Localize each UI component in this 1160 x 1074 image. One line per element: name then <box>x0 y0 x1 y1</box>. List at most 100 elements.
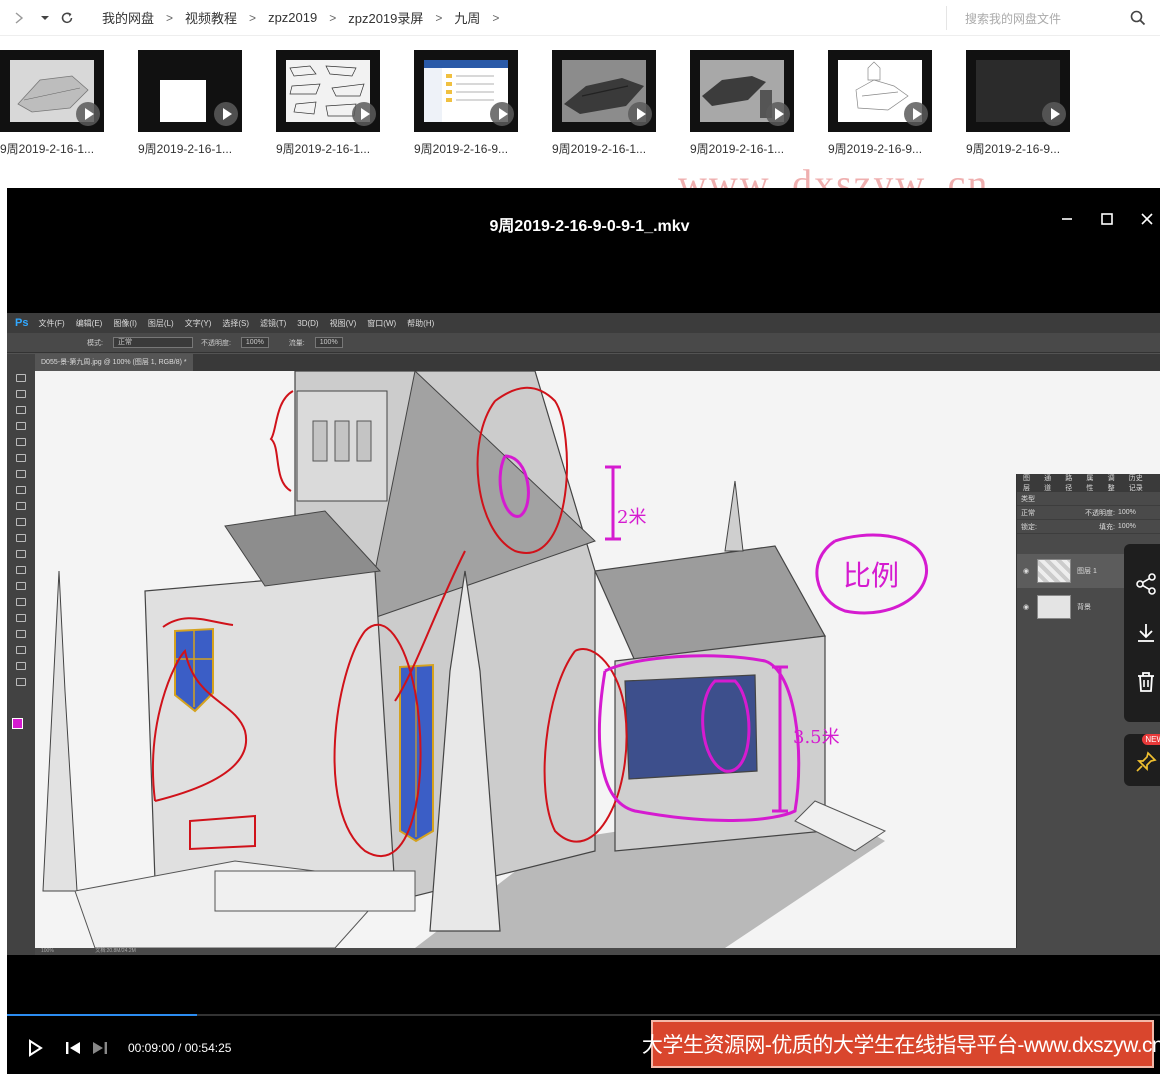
play-icon <box>1042 102 1066 126</box>
breadcrumb-item[interactable]: zpz2019录屏 <box>342 8 429 27</box>
video-file-item[interactable]: 9周2019-2-16-1... <box>0 50 104 157</box>
skip-back-icon <box>66 1042 80 1054</box>
eye-icon: ◉ <box>1023 568 1030 575</box>
next-button[interactable] <box>89 1037 111 1059</box>
progress-fill <box>7 1014 198 1016</box>
maximize-icon[interactable] <box>1096 208 1118 230</box>
file-name: 9周2019-2-16-1... <box>276 142 371 156</box>
video-thumbnail[interactable] <box>552 50 656 132</box>
breadcrumb-separator: > <box>329 10 337 25</box>
video-thumbnail[interactable] <box>138 50 242 132</box>
video-file-item[interactable]: 9周2019-2-16-1... <box>276 50 380 157</box>
ps-status-bar: 100% 文档:20.8M/24.2M <box>35 948 1160 955</box>
video-thumbnail[interactable] <box>966 50 1070 132</box>
close-icon[interactable] <box>1136 208 1158 230</box>
ps-menu-item: 3D(D) <box>297 318 319 328</box>
skip-forward-icon <box>93 1042 107 1054</box>
ps-menu-item: 选择(S) <box>222 318 250 328</box>
ps-opacity-label: 不透明度: <box>200 339 231 347</box>
play-button[interactable] <box>24 1037 46 1059</box>
progress-bar[interactable] <box>7 1014 1160 1016</box>
video-title: 9周2019-2-16-9-0-9-1_.mkv <box>489 218 690 235</box>
layer-thumbnail <box>1037 595 1071 619</box>
ps-panel-tab: 图层 <box>1023 475 1030 492</box>
ps-flow-label: 流量: <box>288 339 305 347</box>
total-time: 00:54:25 <box>184 1041 232 1055</box>
ps-canvas: 2米 3.5米 比例 <box>35 371 1160 948</box>
forward-icon[interactable] <box>10 9 28 27</box>
ps-panel-tab: 路径 <box>1065 475 1073 492</box>
video-thumbnail[interactable] <box>690 50 794 132</box>
search-icon[interactable] <box>1128 8 1148 28</box>
video-thumbnail[interactable] <box>276 50 380 132</box>
annotation-3-5m: 3.5米 <box>793 727 840 748</box>
video-file-item[interactable]: 9周2019-2-16-1... <box>552 50 656 157</box>
time-separator: / <box>174 1041 185 1055</box>
ps-document-tab: D055-景-第九周.jpg @ 100% (图层 1, RGB/8) * <box>35 354 193 371</box>
ps-layer-name: 图层 1 <box>1077 568 1097 575</box>
breadcrumb-separator: > <box>166 10 174 25</box>
new-badge: NEW <box>1142 734 1160 745</box>
breadcrumb-separator: > <box>435 10 443 25</box>
play-icon <box>766 102 790 126</box>
file-name: 9周2019-2-16-1... <box>138 142 233 156</box>
play-icon <box>628 102 652 126</box>
ps-panel-tab: 属性 <box>1086 475 1094 492</box>
ps-menu-item: 滤镜(T) <box>260 318 287 328</box>
file-name: 9周2019-2-16-9... <box>966 142 1061 156</box>
ps-menu-item: 视图(V) <box>329 318 357 328</box>
delete-icon[interactable] <box>1134 670 1158 694</box>
ps-menu-item: 文件(F) <box>38 318 65 328</box>
ps-layer-opacity-label: 不透明度: <box>1085 509 1115 517</box>
play-icon <box>29 1039 43 1057</box>
video-file-item[interactable]: 9周2019-2-16-9... <box>414 50 518 157</box>
video-thumbnail[interactable] <box>0 50 104 132</box>
side-action-bar <box>1124 544 1160 722</box>
promo-banner: 大学生资源网-优质的大学生在线指导平台-www.dxszyw.cn <box>642 1020 1160 1068</box>
video-file-item[interactable]: 9周2019-2-16-1... <box>138 50 242 157</box>
ps-opacity-value: 100% <box>240 337 269 348</box>
share-icon[interactable] <box>1134 572 1158 596</box>
ps-lock-row: 锁定: 填充: 100% <box>1017 520 1160 534</box>
ps-layer-opacity-value: 100% <box>1117 509 1136 516</box>
breadcrumb-item[interactable]: 视频教程 <box>179 8 243 27</box>
video-player[interactable]: 9周2019-2-16-9-0-9-1_.mkv Ps 文件(F) 编辑(E) … <box>7 188 1160 1074</box>
foreground-color-swatch <box>12 718 23 729</box>
ps-mode-value: 正常 <box>112 337 193 348</box>
building-sketch: 2米 3.5米 比例 <box>35 371 1160 948</box>
ps-menubar: Ps 文件(F) 编辑(E) 图像(I) 图层(L) 文字(Y) 选择(S) 滤… <box>7 313 1160 333</box>
video-thumbnail[interactable] <box>828 50 932 132</box>
ps-menu-item: 文字(Y) <box>184 318 212 328</box>
ps-menu-item: 图像(I) <box>113 318 137 328</box>
ps-lock-label: 锁定: <box>1021 523 1037 531</box>
ps-panel-tab: 通道 <box>1044 475 1052 492</box>
breadcrumb-item[interactable]: 我的网盘 <box>96 8 160 27</box>
breadcrumb: 我的网盘 > 视频教程 > zpz2019 > zpz2019录屏 > 九周 > <box>96 8 505 27</box>
history-dropdown-icon[interactable] <box>36 9 54 27</box>
download-icon[interactable] <box>1134 621 1158 645</box>
file-name: 9周2019-2-16-1... <box>0 142 95 156</box>
refresh-icon[interactable] <box>58 9 76 27</box>
video-file-item[interactable]: 9周2019-2-16-9... <box>828 50 932 157</box>
time-display: 00:09:00 / 00:54:25 <box>128 1041 231 1055</box>
ps-tab-bar: D055-景-第九周.jpg @ 100% (图层 1, RGB/8) * <box>35 354 1160 371</box>
ps-mode-label: 模式: <box>87 339 103 347</box>
ps-layer-filter: 类型 <box>1017 492 1160 506</box>
breadcrumb-item[interactable]: zpz2019 <box>262 10 323 25</box>
previous-button[interactable] <box>62 1037 84 1059</box>
ps-fill-value: 100% <box>1117 523 1136 530</box>
file-name: 9周2019-2-16-1... <box>552 142 647 156</box>
ps-menu-item: 帮助(H) <box>407 318 435 328</box>
search-input[interactable]: 搜索我的网盘文件 <box>946 6 1152 30</box>
breadcrumb-item[interactable]: 九周 <box>448 8 486 27</box>
video-file-item[interactable]: 9周2019-2-16-9... <box>966 50 1070 157</box>
ps-toolbox <box>7 354 35 955</box>
video-thumbnail[interactable] <box>414 50 518 132</box>
video-file-item[interactable]: 9周2019-2-16-1... <box>690 50 794 157</box>
ps-zoom-status: 100% <box>41 948 54 954</box>
pin-button[interactable]: NEW <box>1124 734 1160 786</box>
ps-doc-size: 文档:20.8M/24.2M <box>95 948 136 954</box>
ps-panel-tab: 调整 <box>1107 475 1115 492</box>
breadcrumb-separator: > <box>492 10 500 25</box>
minimize-icon[interactable] <box>1056 208 1078 230</box>
